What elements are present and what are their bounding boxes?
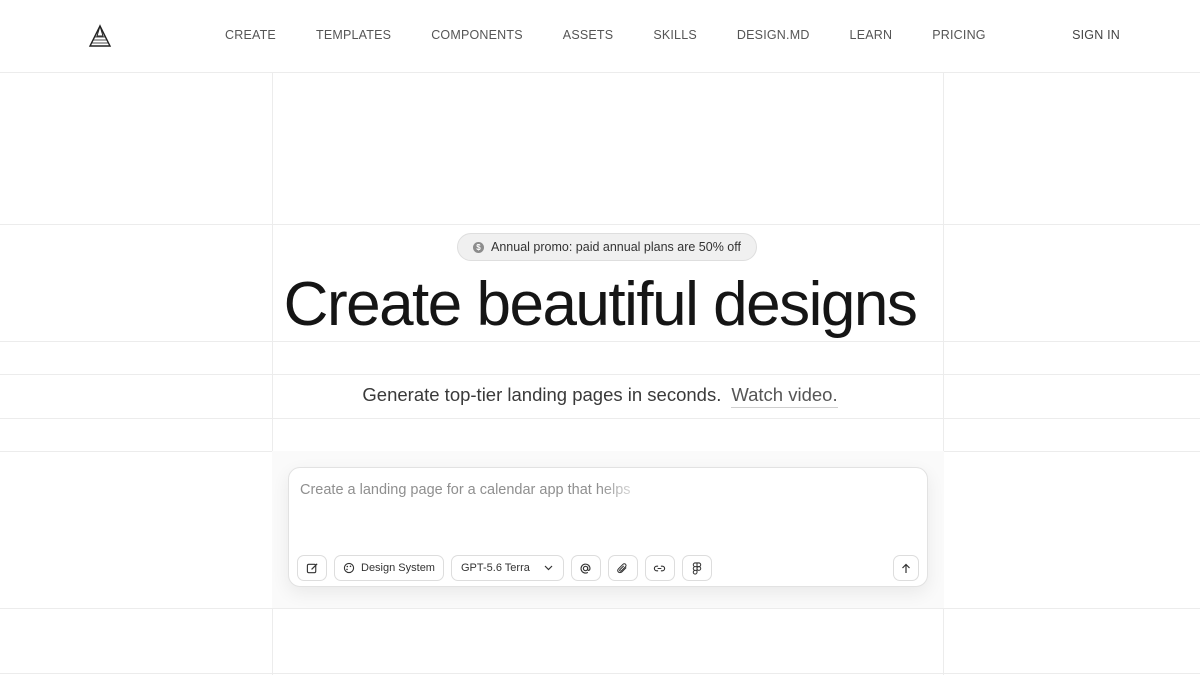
nav-components[interactable]: COMPONENTS (431, 28, 523, 42)
pyramid-logo-icon[interactable] (88, 24, 112, 48)
link-icon[interactable] (644, 555, 675, 581)
grid-line (0, 224, 1200, 225)
hero-subtitle: Generate top-tier landing pages in secon… (272, 384, 928, 408)
nav-pricing[interactable]: PRICING (932, 28, 986, 42)
nav-learn[interactable]: LEARN (850, 28, 893, 42)
palette-icon (343, 562, 355, 574)
prompt-toolbar: Design System GPT-5.6 Terra (297, 555, 712, 581)
design-system-label: Design System (361, 562, 435, 574)
arrow-up-icon (902, 563, 910, 573)
send-button[interactable] (893, 555, 919, 581)
hero-title: Create beautiful designs (283, 270, 918, 339)
watch-video-link[interactable]: Watch video. (731, 384, 838, 408)
paperclip-icon[interactable] (607, 555, 638, 581)
dollar-coin-icon: $ (473, 241, 485, 253)
nav-design-md[interactable]: DESIGN.MD (737, 28, 810, 42)
grid-line (0, 673, 1200, 674)
promo-text: Annual promo: paid annual plans are 50% … (491, 240, 741, 254)
model-select[interactable]: GPT-5.6 Terra (450, 555, 564, 581)
nav-assets[interactable]: ASSETS (563, 28, 614, 42)
edit-icon[interactable] (297, 555, 327, 581)
placeholder-fade (599, 482, 709, 508)
main-nav: CREATE TEMPLATES COMPONENTS ASSETS SKILL… (225, 28, 986, 42)
model-label: GPT-5.6 Terra (460, 562, 530, 574)
nav-skills[interactable]: SKILLS (653, 28, 697, 42)
grid-line (0, 418, 1200, 419)
at-icon[interactable] (570, 555, 601, 581)
design-system-button[interactable]: Design System (334, 555, 444, 581)
chevron-down-icon (544, 565, 553, 571)
subtitle-text: Generate top-tier landing pages in secon… (362, 384, 722, 405)
prompt-box: Design System GPT-5.6 Terra (288, 467, 928, 587)
figma-icon[interactable] (681, 555, 712, 581)
nav-create[interactable]: CREATE (225, 28, 276, 42)
site-header: CREATE TEMPLATES COMPONENTS ASSETS SKILL… (0, 0, 1200, 73)
sign-in-link[interactable]: SIGN IN (1072, 28, 1120, 42)
promo-badge[interactable]: $ Annual promo: paid annual plans are 50… (457, 233, 757, 261)
grid-line (0, 608, 1200, 609)
grid-line (0, 374, 1200, 375)
nav-templates[interactable]: TEMPLATES (316, 28, 391, 42)
